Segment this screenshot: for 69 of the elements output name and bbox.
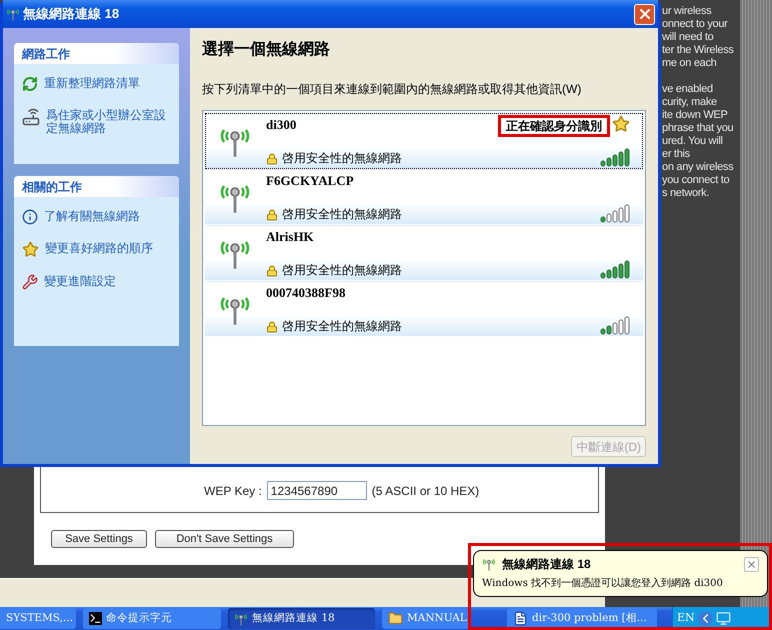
star-icon bbox=[22, 241, 39, 258]
page-text-line: ve enabled bbox=[662, 83, 714, 96]
task-group-heading: 網路工作 bbox=[22, 46, 70, 62]
network-name: AlrisHK bbox=[266, 228, 314, 246]
field-label: WEP Key : bbox=[204, 482, 262, 500]
taskbar-button[interactable]: dir-300 problem [相... bbox=[507, 608, 657, 629]
info-icon bbox=[22, 209, 38, 225]
task-link[interactable]: 了解有關無線網路 bbox=[22, 209, 171, 225]
wrench-icon bbox=[22, 274, 38, 290]
page-text-line: s network. bbox=[662, 187, 710, 200]
instructions-text: 按下列清單中的一個項目來連線到範圍內的無線網路或取得其他資訊(W) bbox=[202, 81, 582, 98]
taskbar-button[interactable]: 命令提示字元 bbox=[83, 608, 221, 629]
wep-key-field[interactable]: 1234567890 bbox=[266, 481, 367, 500]
task-link[interactable]: 變更喜好網路的順序 bbox=[22, 241, 171, 258]
close-icon bbox=[746, 558, 757, 570]
network-item[interactable]: di300 正在確認身分識別 啓用安全性的無線網路 bbox=[205, 113, 643, 169]
page-text-line: will need to bbox=[662, 31, 714, 44]
page-text-line: ured. You will bbox=[662, 135, 724, 148]
task-link[interactable]: 爲住家或小型辦公室設定無線網路 bbox=[22, 108, 171, 135]
network-name: di300 bbox=[266, 116, 296, 134]
lock-icon bbox=[266, 265, 278, 277]
task-link[interactable]: 變更進階設定 bbox=[22, 274, 171, 290]
page-text-line: ur wireless bbox=[662, 5, 712, 18]
settings-button[interactable]: Save Settings bbox=[51, 530, 147, 548]
connection-status: 正在確認身分識別 bbox=[498, 115, 610, 137]
chevron-left-icon[interactable] bbox=[698, 611, 713, 626]
taskbar-button[interactable]: 無線網路連線 18 bbox=[228, 608, 375, 629]
taskbar-button[interactable]: MANNUAL bbox=[382, 608, 470, 629]
security-text: 啓用安全性的無線網路 bbox=[282, 206, 402, 223]
close-button[interactable] bbox=[744, 556, 759, 572]
balloon-title: 無線網路連線 18 bbox=[502, 556, 591, 573]
page-text-line: on any wireless bbox=[662, 161, 734, 174]
security-text: 啓用安全性的無線網路 bbox=[282, 262, 402, 279]
page-text-line: ter the Wireless bbox=[662, 44, 735, 57]
network-name: 000740388F98 bbox=[266, 284, 346, 302]
taskbar-button[interactable]: SYSTEMS,... bbox=[0, 608, 76, 629]
folder-icon bbox=[388, 611, 403, 626]
page-text-line: ite down WEP bbox=[662, 109, 728, 122]
antenna-icon bbox=[482, 557, 496, 571]
settings-button[interactable]: Don't Save Settings bbox=[155, 530, 294, 548]
lock-icon bbox=[266, 321, 278, 333]
network-name: F6GCKYALCP bbox=[266, 172, 354, 190]
language-indicator[interactable]: EN bbox=[677, 610, 695, 627]
antenna-icon bbox=[234, 612, 248, 626]
security-text: 啓用安全性的無線網路 bbox=[282, 318, 402, 335]
task-group-heading: 相關的工作 bbox=[22, 178, 82, 196]
network-item[interactable]: 000740388F98 啓用安全性的無線網路 bbox=[205, 281, 643, 337]
task-link[interactable]: 重新整理網路清單 bbox=[22, 76, 171, 92]
page-text-line: onnect to your bbox=[662, 18, 729, 31]
page-heading: 選擇一個無線網路 bbox=[202, 40, 331, 60]
window-title: 無線網路連線 18 bbox=[23, 5, 120, 24]
refresh-icon bbox=[22, 76, 38, 92]
field-hint: (5 ASCII or 10 HEX) bbox=[372, 482, 480, 500]
network-item[interactable]: F6GCKYALCP 啓用安全性的無線網路 bbox=[205, 169, 643, 225]
network-item[interactable]: AlrisHK 啓用安全性的無線網路 bbox=[205, 225, 643, 281]
page-text-line: er this bbox=[662, 148, 691, 161]
security-text: 啓用安全性的無線網路 bbox=[282, 150, 402, 167]
page-text-line: you connect to bbox=[662, 174, 730, 187]
antenna-icon bbox=[6, 7, 20, 21]
page-text-line: phrase that you bbox=[662, 122, 734, 135]
network-icon[interactable] bbox=[716, 611, 731, 626]
page-text-line: me on each bbox=[662, 57, 718, 70]
document-icon bbox=[513, 611, 528, 626]
lock-icon bbox=[266, 153, 278, 165]
router-icon bbox=[22, 108, 40, 126]
page-text-line: curity, make bbox=[662, 96, 718, 109]
console-icon bbox=[89, 612, 102, 625]
lock-icon bbox=[266, 209, 278, 221]
balloon-message: Windows 找不到一個憑證可以讓您登入到網路 di300 bbox=[482, 576, 724, 591]
